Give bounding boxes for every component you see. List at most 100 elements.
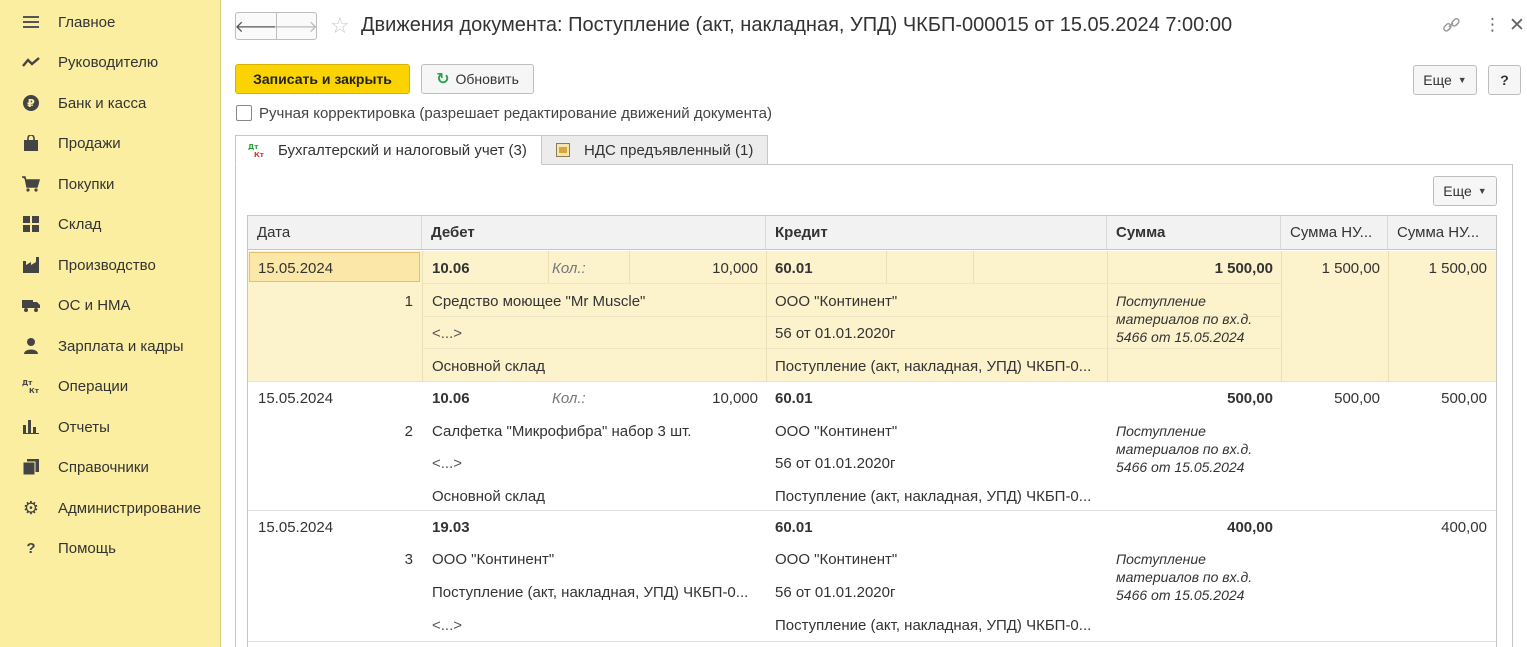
debit-subconto-2: Поступление (акт, накладная, УПД) ЧКБП-0…: [432, 584, 749, 601]
more-label: Еще: [1443, 183, 1472, 199]
sidebar-item-fixed-assets[interactable]: ОС и НМА: [0, 285, 220, 325]
forward-button[interactable]: 🡒: [275, 13, 318, 39]
table-row[interactable]: 15.05.2024 2 10.06 Кол.: 10,000 Салфетка…: [248, 382, 1496, 510]
more-button[interactable]: Еще ▼: [1413, 65, 1477, 95]
chevron-down-icon: ▼: [1477, 186, 1487, 196]
sidebar-item-sales[interactable]: Продажи: [0, 123, 220, 163]
save-close-button[interactable]: Записать и закрыть: [235, 64, 410, 94]
row-sum-nu-kt: 500,00: [1441, 390, 1487, 407]
qty-label: Кол.:: [552, 260, 586, 277]
more-vertical-icon[interactable]: ⋮: [1484, 15, 1501, 35]
svg-text:Кт: Кт: [254, 151, 265, 158]
row-date: 15.05.2024: [258, 519, 334, 536]
manual-edit-checkbox[interactable]: [236, 105, 252, 121]
column-header-debit[interactable]: Дебет: [422, 216, 766, 250]
debit-account: 10.06: [432, 390, 470, 407]
credit-subconto-1: ООО "Континент": [775, 551, 898, 568]
debit-subconto-3: Основной склад: [432, 488, 546, 505]
sidebar-item-salary[interactable]: Зарплата и кадры: [0, 326, 220, 366]
row-date: 15.05.2024: [258, 390, 334, 407]
page-title: Движения документа: Поступление (акт, на…: [361, 14, 1233, 36]
tab-vat[interactable]: НДС предъявленный (1): [541, 135, 768, 165]
row-date: 15.05.2024: [258, 260, 334, 277]
link-icon[interactable]: [1441, 16, 1461, 39]
credit-account: 60.01: [775, 260, 813, 277]
table-row[interactable]: 15.05.2024 1 10.06 Кол.: 10,000 Средство…: [248, 251, 1496, 381]
table-more-button[interactable]: Еще ▼: [1433, 176, 1497, 206]
qty-value: 10,000: [712, 260, 758, 277]
credit-subconto-3: Поступление (акт, накладная, УПД) ЧКБП-0…: [775, 617, 1092, 634]
svg-text:Дт: Дт: [248, 143, 259, 151]
sidebar-item-manager[interactable]: Руководителю: [0, 42, 220, 82]
column-header-credit[interactable]: Кредит: [766, 216, 1107, 250]
sidebar-item-directories[interactable]: Справочники: [0, 447, 220, 487]
credit-subconto-2: 56 от 01.01.2020г: [775, 325, 896, 342]
debit-subconto-1: Салфетка "Микрофибра" набор 3 шт.: [432, 423, 692, 440]
debit-subconto-1: ООО "Континент": [432, 551, 555, 568]
column-header-sum-nu-kt[interactable]: Сумма НУ...: [1388, 216, 1496, 250]
column-header-date[interactable]: Дата: [248, 216, 422, 250]
credit-subconto-1: ООО "Континент": [775, 293, 898, 310]
tab-label: Бухгалтерский и налоговый учет (3): [278, 141, 527, 159]
sidebar-item-warehouse[interactable]: Склад: [0, 204, 220, 244]
table-row[interactable]: 15.05.2024 3 19.03 ООО "Континент" Посту…: [248, 511, 1496, 641]
movements-table: Дата Дебет Кредит Сумма Сумма НУ... Сумм…: [247, 215, 1497, 647]
credit-subconto-3: Поступление (акт, накладная, УПД) ЧКБП-0…: [775, 358, 1092, 375]
refresh-label: Обновить: [455, 71, 519, 87]
credit-subconto-2: 56 от 01.01.2020г: [775, 455, 896, 472]
sidebar-item-label: Покупки: [58, 175, 115, 193]
sidebar-item-label: Администрирование: [58, 499, 202, 517]
sidebar-item-reports[interactable]: Отчеты: [0, 407, 220, 447]
credit-subconto-1: ООО "Континент": [775, 423, 898, 440]
sidebar-item-label: Справочники: [58, 458, 149, 476]
favorite-star-icon[interactable]: ☆: [330, 13, 350, 39]
sidebar-item-label: Банк и касса: [58, 94, 147, 112]
sidebar-item-label: Операции: [58, 377, 129, 395]
tab-accounting[interactable]: Дт Кт Бухгалтерский и налоговый учет (3): [235, 135, 542, 165]
column-header-sum[interactable]: Сумма: [1107, 216, 1281, 250]
sidebar-item-label: Помощь: [58, 539, 116, 557]
trend-icon: [22, 53, 40, 71]
row-sum: 1 500,00: [1214, 260, 1273, 277]
credit-account: 60.01: [775, 390, 813, 407]
sidebar-item-purchases[interactable]: Покупки: [0, 164, 220, 204]
sidebar-item-production[interactable]: Производство: [0, 245, 220, 285]
more-label: Еще: [1423, 72, 1452, 88]
tab-label: НДС предъявленный (1): [584, 141, 754, 159]
sidebar-item-help[interactable]: ? Помощь: [0, 528, 220, 568]
help-button[interactable]: ?: [1488, 65, 1521, 95]
close-icon[interactable]: ✕: [1509, 14, 1525, 37]
sidebar-item-administration[interactable]: ⚙ Администрирование: [0, 488, 220, 528]
debit-subconto-2: <...>: [432, 455, 463, 472]
credit-subconto-3: Поступление (акт, накладная, УПД) ЧКБП-0…: [775, 488, 1092, 505]
ruble-icon: ₽: [22, 94, 40, 112]
sidebar-item-label: Руководителю: [58, 53, 159, 71]
sidebar-item-main[interactable]: Главное: [0, 2, 220, 42]
row-sum-nu-dt: 500,00: [1334, 390, 1380, 407]
sidebar-item-label: Отчеты: [58, 418, 110, 436]
row-number: 3: [404, 551, 413, 568]
question-icon: ?: [26, 539, 36, 557]
dt-kt-icon: Дт Кт: [22, 377, 40, 395]
column-header-sum-nu-dt[interactable]: Сумма НУ...: [1281, 216, 1388, 250]
row-content: Поступление материалов по вх.д. 5466 от …: [1116, 423, 1253, 475]
debit-subconto-3: Основной склад: [432, 358, 546, 375]
truck-icon: [22, 296, 40, 314]
app-window: Главное Руководителю ₽ Банк и касса Прод…: [0, 0, 1527, 647]
back-button[interactable]: 🡐: [235, 13, 278, 39]
sidebar-item-label: Производство: [58, 256, 156, 274]
sidebar-item-label: Склад: [58, 215, 102, 233]
history-nav: 🡐 🡒: [235, 12, 318, 40]
sidebar-item-operations[interactable]: Дт Кт Операции: [0, 366, 220, 406]
debit-account: 19.03: [432, 519, 470, 536]
row-sum-nu-kt: 400,00: [1441, 519, 1487, 536]
credit-subconto-2: 56 от 01.01.2020г: [775, 584, 896, 601]
bar-chart-icon: [22, 418, 40, 436]
svg-text:₽: ₽: [27, 97, 35, 110]
row-sum: 500,00: [1227, 390, 1273, 407]
debit-account: 10.06: [432, 260, 470, 277]
refresh-button[interactable]: ↻ Обновить: [421, 64, 534, 94]
sidebar-item-bank[interactable]: ₽ Банк и касса: [0, 83, 220, 123]
chevron-down-icon: ▼: [1457, 75, 1467, 85]
sidebar-item-label: Зарплата и кадры: [58, 337, 184, 355]
